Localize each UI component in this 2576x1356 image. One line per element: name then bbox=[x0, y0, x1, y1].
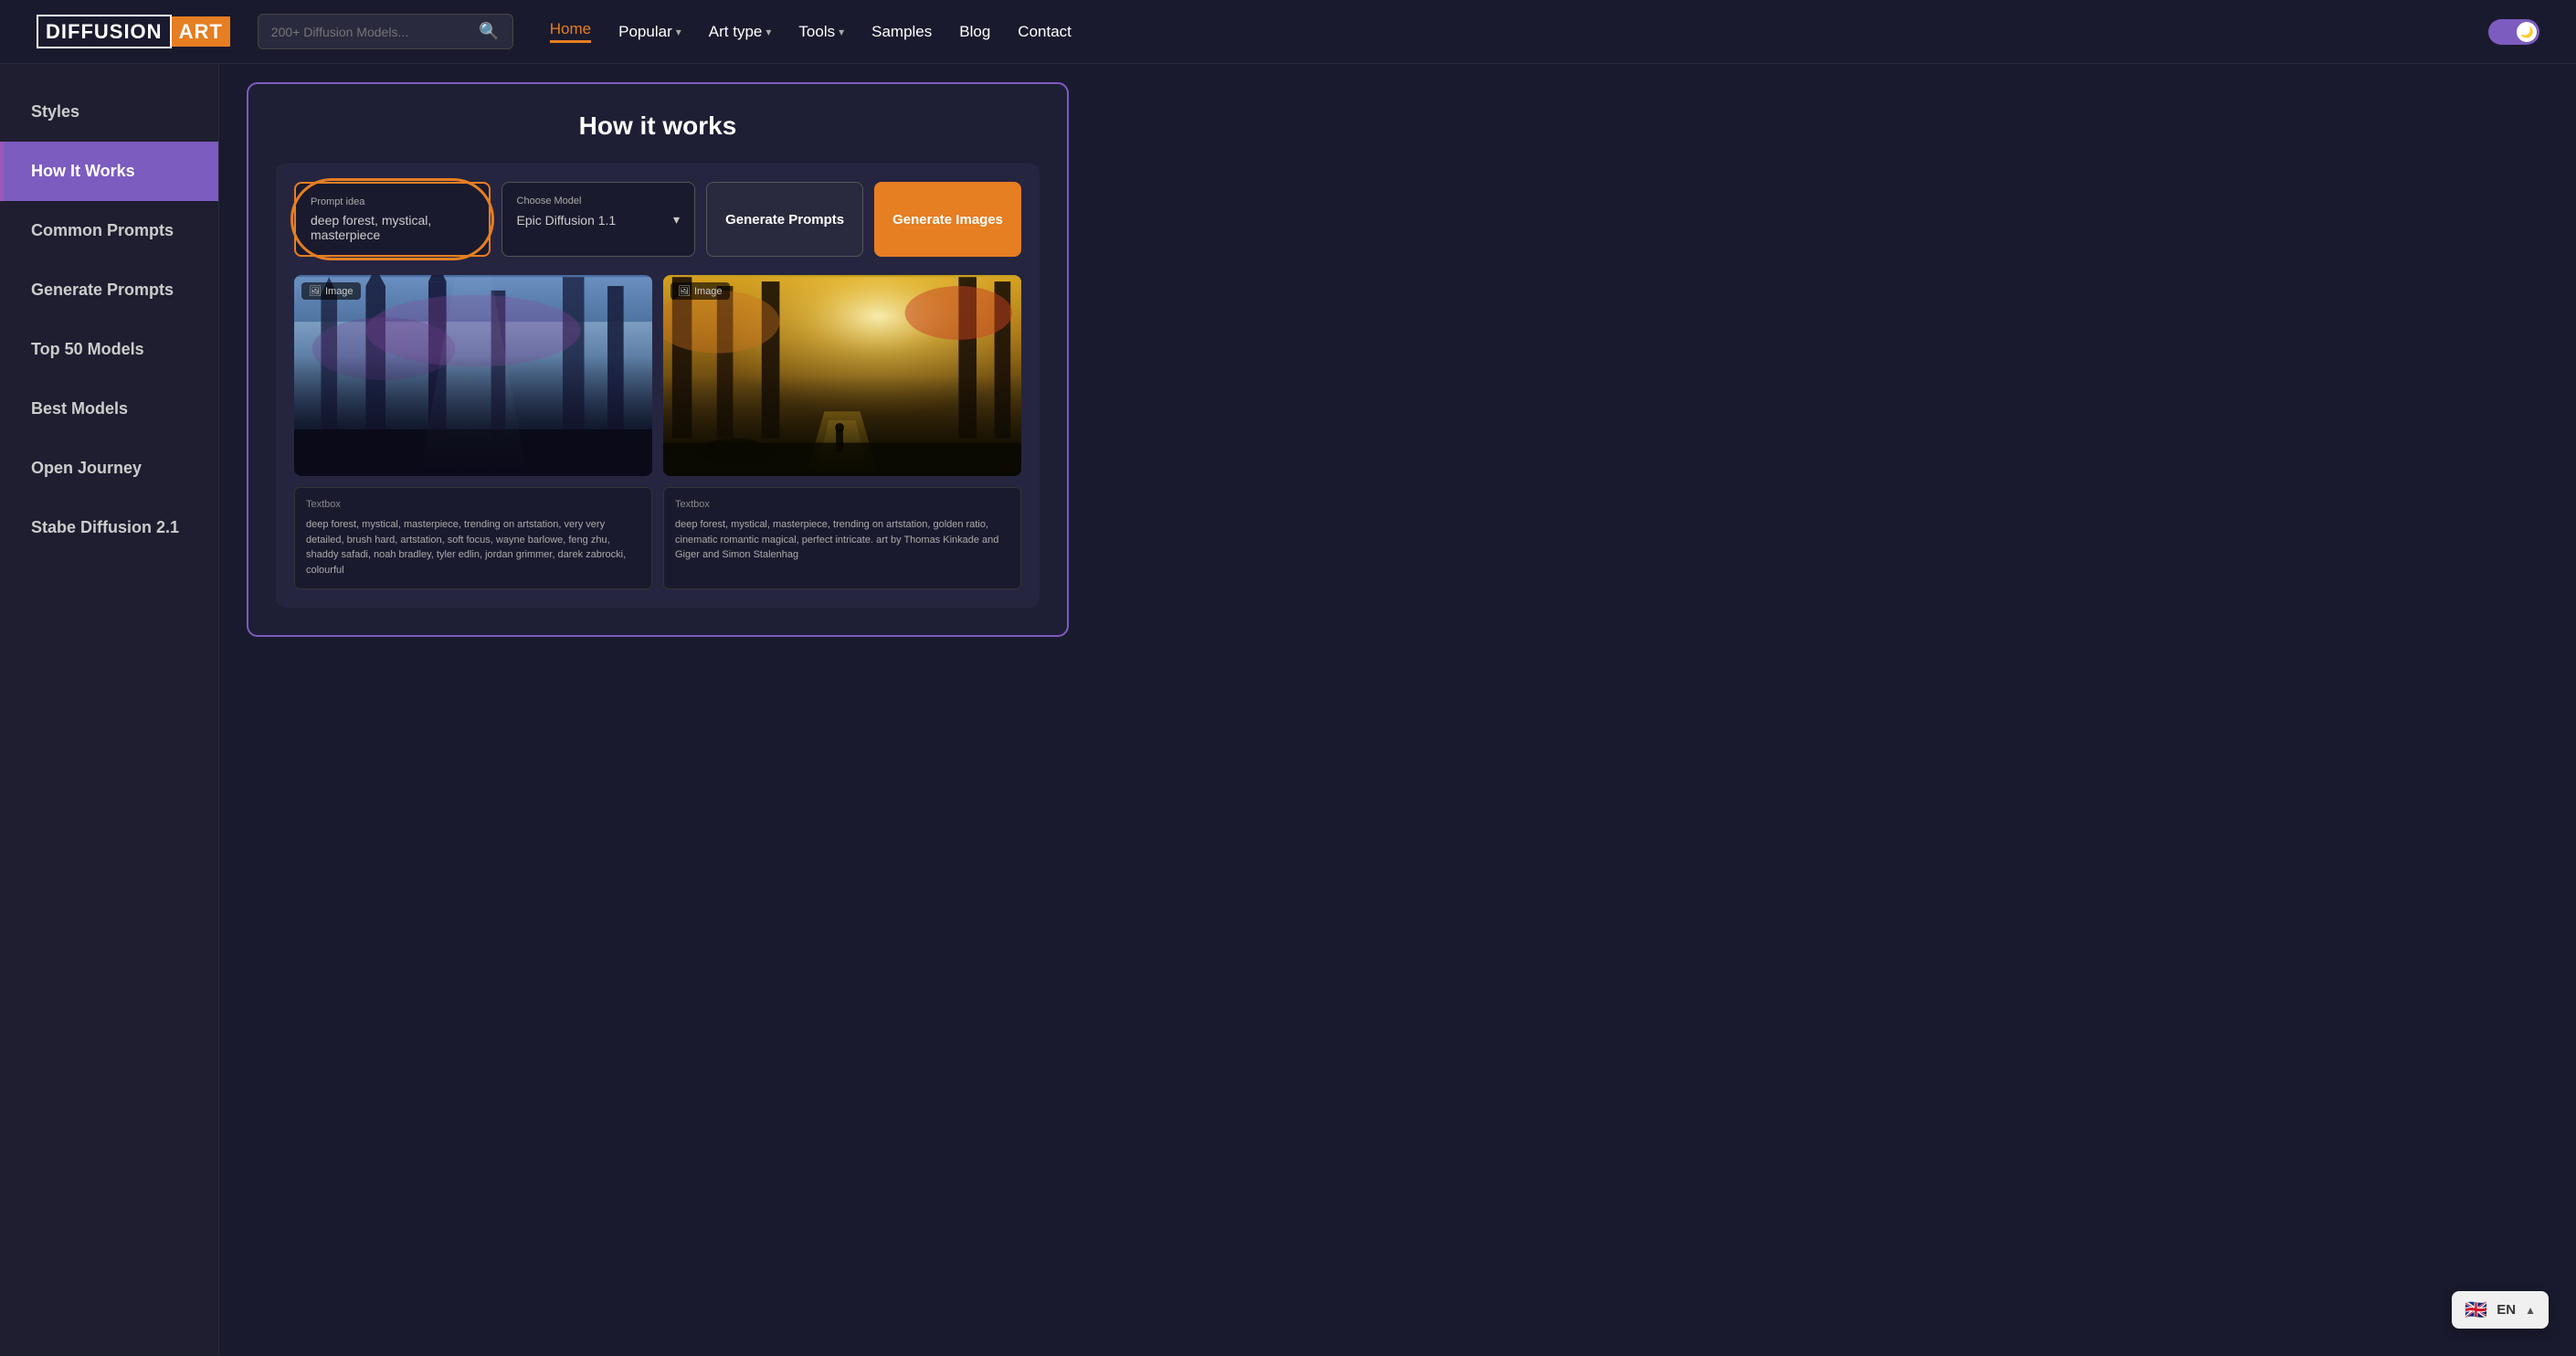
toggle-knob: 🌙 bbox=[2517, 22, 2537, 42]
sidebar-item-open-journey[interactable]: Open Journey bbox=[0, 439, 218, 498]
flag-icon: 🇬🇧 bbox=[2465, 1298, 2487, 1321]
sidebar-item-how-it-works[interactable]: How It Works bbox=[0, 142, 218, 201]
nav-blog[interactable]: Blog bbox=[959, 23, 990, 41]
textbox-header-right: Textbox bbox=[675, 499, 1009, 510]
textbox-left: Textbox deep forest, mystical, masterpie… bbox=[294, 487, 652, 589]
nav-samples[interactable]: Samples bbox=[871, 23, 932, 41]
main-nav: Home Popular ▾ Art type ▾ Tools ▾ Sample… bbox=[550, 20, 2488, 43]
prompt-input-box[interactable]: Prompt idea deep forest, mystical, maste… bbox=[294, 182, 491, 257]
model-name: Epic Diffusion 1.1 bbox=[517, 213, 617, 228]
header-right: 🌙 bbox=[2488, 19, 2539, 45]
how-it-works-inner: Prompt idea deep forest, mystical, maste… bbox=[276, 164, 1040, 608]
search-input[interactable] bbox=[271, 25, 480, 39]
prompt-area: Prompt idea deep forest, mystical, maste… bbox=[294, 182, 1021, 257]
image-label-left: 🖼 Image bbox=[301, 282, 361, 300]
textbox-grid: Textbox deep forest, mystical, masterpie… bbox=[294, 487, 1021, 589]
textbox-right: Textbox deep forest, mystical, masterpie… bbox=[663, 487, 1021, 589]
model-value: Epic Diffusion 1.1 ▾ bbox=[517, 212, 681, 228]
chevron-down-icon: ▾ bbox=[673, 212, 680, 228]
search-icon[interactable]: 🔍 bbox=[479, 22, 499, 41]
textbox-header-left: Textbox bbox=[306, 499, 640, 510]
generate-images-button[interactable]: Generate Images bbox=[874, 182, 1021, 257]
model-label: Choose Model bbox=[517, 196, 681, 207]
dark-mode-toggle[interactable]: 🌙 bbox=[2488, 19, 2539, 45]
logo-art: ART bbox=[172, 16, 230, 47]
nav-popular[interactable]: Popular ▾ bbox=[618, 23, 681, 41]
main-content: How it works Prompt idea deep forest, my… bbox=[219, 64, 2576, 1356]
how-it-works-card: How it works Prompt idea deep forest, my… bbox=[247, 82, 1069, 637]
image-icon-right: 🖼 bbox=[678, 285, 691, 297]
sidebar-item-styles[interactable]: Styles bbox=[0, 82, 218, 142]
generated-image-right: 🖼 Image bbox=[663, 275, 1021, 476]
nav-tools[interactable]: Tools ▾ bbox=[798, 23, 844, 41]
nav-home[interactable]: Home bbox=[550, 20, 591, 43]
image-label-right: 🖼 Image bbox=[670, 282, 730, 300]
sidebar-item-stable-diffusion[interactable]: Stabe Diffusion 2.1 bbox=[0, 498, 218, 557]
prompt-value: deep forest, mystical, masterpiece bbox=[311, 213, 474, 242]
prompt-idea-label: Prompt idea bbox=[311, 196, 474, 207]
sidebar-item-generate-prompts[interactable]: Generate Prompts bbox=[0, 260, 218, 320]
logo-diffusion: DIFFUSION bbox=[37, 15, 172, 48]
logo[interactable]: DIFFUSIONART bbox=[37, 20, 230, 44]
section-title: How it works bbox=[276, 111, 1040, 141]
generate-prompts-button[interactable]: Generate Prompts bbox=[706, 182, 863, 257]
sidebar-item-best-models[interactable]: Best Models bbox=[0, 379, 218, 439]
chevron-down-icon: ▾ bbox=[765, 26, 771, 38]
image-grid: 🖼 Image bbox=[294, 275, 1021, 476]
language-selector[interactable]: 🇬🇧 EN ▲ bbox=[2452, 1291, 2549, 1329]
header: DIFFUSIONART 🔍 Home Popular ▾ Art type ▾… bbox=[0, 0, 2576, 64]
nav-contact[interactable]: Contact bbox=[1018, 23, 1072, 41]
image-icon-left: 🖼 bbox=[309, 285, 322, 297]
chevron-up-icon: ▲ bbox=[2525, 1304, 2536, 1317]
chevron-down-icon: ▾ bbox=[839, 26, 844, 38]
nav-art-type[interactable]: Art type ▾ bbox=[709, 23, 772, 41]
language-code: EN bbox=[2497, 1302, 2516, 1318]
sidebar-item-common-prompts[interactable]: Common Prompts bbox=[0, 201, 218, 260]
search-bar[interactable]: 🔍 bbox=[258, 14, 513, 49]
sidebar: Styles How It Works Common Prompts Gener… bbox=[0, 64, 219, 1356]
textbox-content-left: deep forest, mystical, masterpiece, tren… bbox=[306, 517, 640, 577]
sidebar-item-top-50-models[interactable]: Top 50 Models bbox=[0, 320, 218, 379]
chevron-down-icon: ▾ bbox=[676, 26, 681, 38]
textbox-content-right: deep forest, mystical, masterpiece, tren… bbox=[675, 517, 1009, 563]
main-layout: Styles How It Works Common Prompts Gener… bbox=[0, 64, 2576, 1356]
model-select-box[interactable]: Choose Model Epic Diffusion 1.1 ▾ bbox=[501, 182, 696, 257]
generated-image-left: 🖼 Image bbox=[294, 275, 652, 476]
